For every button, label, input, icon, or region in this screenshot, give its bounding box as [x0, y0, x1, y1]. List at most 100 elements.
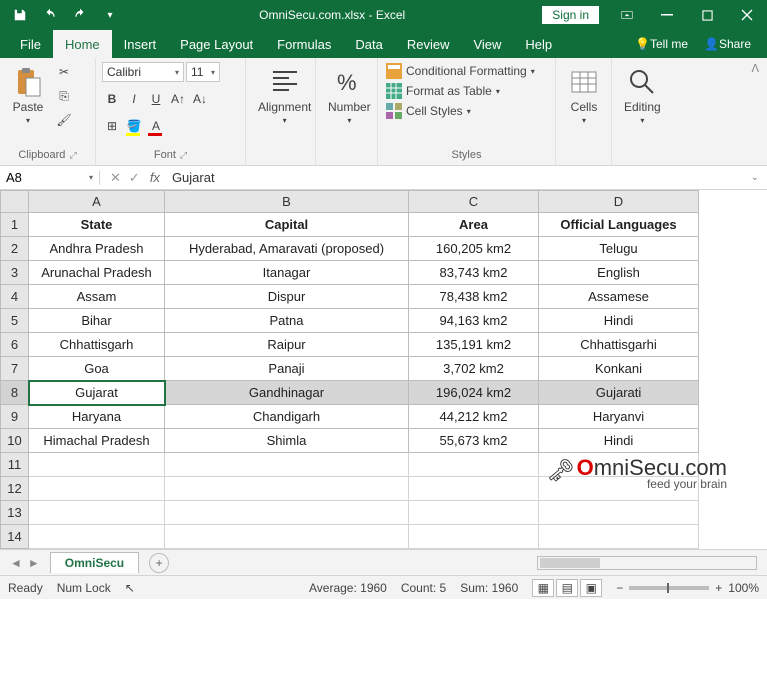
format-painter-icon[interactable]: 🖌	[54, 110, 74, 130]
cell[interactable]: Telugu	[539, 237, 699, 261]
tab-file[interactable]: File	[8, 30, 53, 58]
cell[interactable]	[29, 501, 165, 525]
cell[interactable]	[539, 501, 699, 525]
cell[interactable]: Arunachal Pradesh	[29, 261, 165, 285]
cell[interactable]: Assamese	[539, 285, 699, 309]
cell[interactable]: 3,702 km2	[409, 357, 539, 381]
cell[interactable]: Haryana	[29, 405, 165, 429]
cell[interactable]: Gandhinagar	[165, 381, 409, 405]
cells-button[interactable]: Cells ▾	[562, 62, 606, 129]
cell[interactable]	[165, 501, 409, 525]
italic-button[interactable]: I	[124, 89, 144, 109]
cell[interactable]: State	[29, 213, 165, 237]
row-header[interactable]: 13	[1, 501, 29, 525]
row-header[interactable]: 10	[1, 429, 29, 453]
cell[interactable]	[409, 525, 539, 549]
cell[interactable]: 44,212 km2	[409, 405, 539, 429]
cell[interactable]: 83,743 km2	[409, 261, 539, 285]
qat-customize-icon[interactable]: ▾	[98, 3, 122, 27]
cell[interactable]: Area	[409, 213, 539, 237]
col-header-b[interactable]: B	[165, 191, 409, 213]
row-header[interactable]: 2	[1, 237, 29, 261]
row-header[interactable]: 1	[1, 213, 29, 237]
sheet-nav-prev-icon[interactable]: ◄	[10, 556, 22, 570]
cell[interactable]: 94,163 km2	[409, 309, 539, 333]
cell[interactable]: Haryanvi	[539, 405, 699, 429]
cancel-formula-icon[interactable]: ✕	[110, 170, 121, 186]
name-box[interactable]: A8▾	[0, 170, 100, 185]
row-header[interactable]: 3	[1, 261, 29, 285]
alignment-button[interactable]: Alignment ▾	[252, 62, 317, 129]
fill-color-icon[interactable]: 🪣	[124, 116, 144, 136]
paste-button[interactable]: Paste ▾	[6, 62, 50, 129]
tab-page-layout[interactable]: Page Layout	[168, 30, 265, 58]
cell[interactable]	[539, 525, 699, 549]
zoom-level[interactable]: 100%	[728, 581, 759, 595]
cell[interactable]: Bihar	[29, 309, 165, 333]
copy-icon[interactable]: ⎘	[54, 86, 74, 106]
close-button[interactable]	[727, 0, 767, 30]
col-header-a[interactable]: A	[29, 191, 165, 213]
col-header-d[interactable]: D	[539, 191, 699, 213]
cell[interactable]: 135,191 km2	[409, 333, 539, 357]
view-page-layout-icon[interactable]: ▤	[556, 579, 578, 597]
cell[interactable]	[29, 525, 165, 549]
horizontal-scrollbar[interactable]	[537, 556, 757, 570]
signin-button[interactable]: Sign in	[542, 6, 599, 24]
format-as-table-button[interactable]: Format as Table▾	[384, 82, 537, 100]
cell[interactable]	[165, 525, 409, 549]
select-all-corner[interactable]	[1, 191, 29, 213]
tell-me-button[interactable]: 💡 Tell me	[629, 30, 694, 58]
cell[interactable]	[409, 453, 539, 477]
tab-insert[interactable]: Insert	[112, 30, 169, 58]
collapse-ribbon-icon[interactable]: ᐱ	[751, 58, 767, 165]
cell[interactable]: 55,673 km2	[409, 429, 539, 453]
cell[interactable]	[29, 453, 165, 477]
cell-styles-button[interactable]: Cell Styles▾	[384, 102, 537, 120]
cell[interactable]	[539, 477, 699, 501]
font-grow-icon[interactable]: A↑	[168, 89, 188, 109]
save-icon[interactable]	[8, 3, 32, 27]
fx-icon[interactable]: fx	[150, 170, 166, 185]
row-header[interactable]: 8	[1, 381, 29, 405]
conditional-formatting-button[interactable]: Conditional Formatting▾	[384, 62, 537, 80]
tab-help[interactable]: Help	[513, 30, 564, 58]
row-header[interactable]: 9	[1, 405, 29, 429]
view-normal-icon[interactable]: ▦	[532, 579, 554, 597]
cell[interactable]: Chhattisgarhi	[539, 333, 699, 357]
cell[interactable]: Himachal Pradesh	[29, 429, 165, 453]
bold-button[interactable]: B	[102, 89, 122, 109]
cell[interactable]: Panaji	[165, 357, 409, 381]
editing-button[interactable]: Editing ▾	[618, 62, 667, 129]
zoom-in-button[interactable]: +	[715, 581, 722, 595]
cell[interactable]	[409, 501, 539, 525]
cell[interactable]: Official Languages	[539, 213, 699, 237]
row-header[interactable]: 11	[1, 453, 29, 477]
cell[interactable]	[165, 477, 409, 501]
cell[interactable]: English	[539, 261, 699, 285]
cell[interactable]: Itanagar	[165, 261, 409, 285]
cell[interactable]	[539, 453, 699, 477]
tab-home[interactable]: Home	[53, 30, 112, 58]
cell[interactable]: Patna	[165, 309, 409, 333]
cell[interactable]	[165, 453, 409, 477]
tab-formulas[interactable]: Formulas	[265, 30, 343, 58]
minimize-button[interactable]	[647, 0, 687, 30]
cell[interactable]: Gujarati	[539, 381, 699, 405]
cell[interactable]	[29, 477, 165, 501]
cell[interactable]: Capital	[165, 213, 409, 237]
col-header-c[interactable]: C	[409, 191, 539, 213]
tab-view[interactable]: View	[461, 30, 513, 58]
tab-review[interactable]: Review	[395, 30, 462, 58]
maximize-button[interactable]	[687, 0, 727, 30]
sheet-nav-next-icon[interactable]: ►	[28, 556, 40, 570]
cell[interactable]: Goa	[29, 357, 165, 381]
row-header[interactable]: 5	[1, 309, 29, 333]
cell[interactable]: 196,024 km2	[409, 381, 539, 405]
cell[interactable]: 160,205 km2	[409, 237, 539, 261]
formula-input[interactable]: Gujarat	[166, 170, 743, 185]
cell[interactable]: Chhattisgarh	[29, 333, 165, 357]
border-icon[interactable]: ⊞	[102, 116, 122, 136]
cell[interactable]: Gujarat	[29, 381, 165, 405]
row-header[interactable]: 12	[1, 477, 29, 501]
